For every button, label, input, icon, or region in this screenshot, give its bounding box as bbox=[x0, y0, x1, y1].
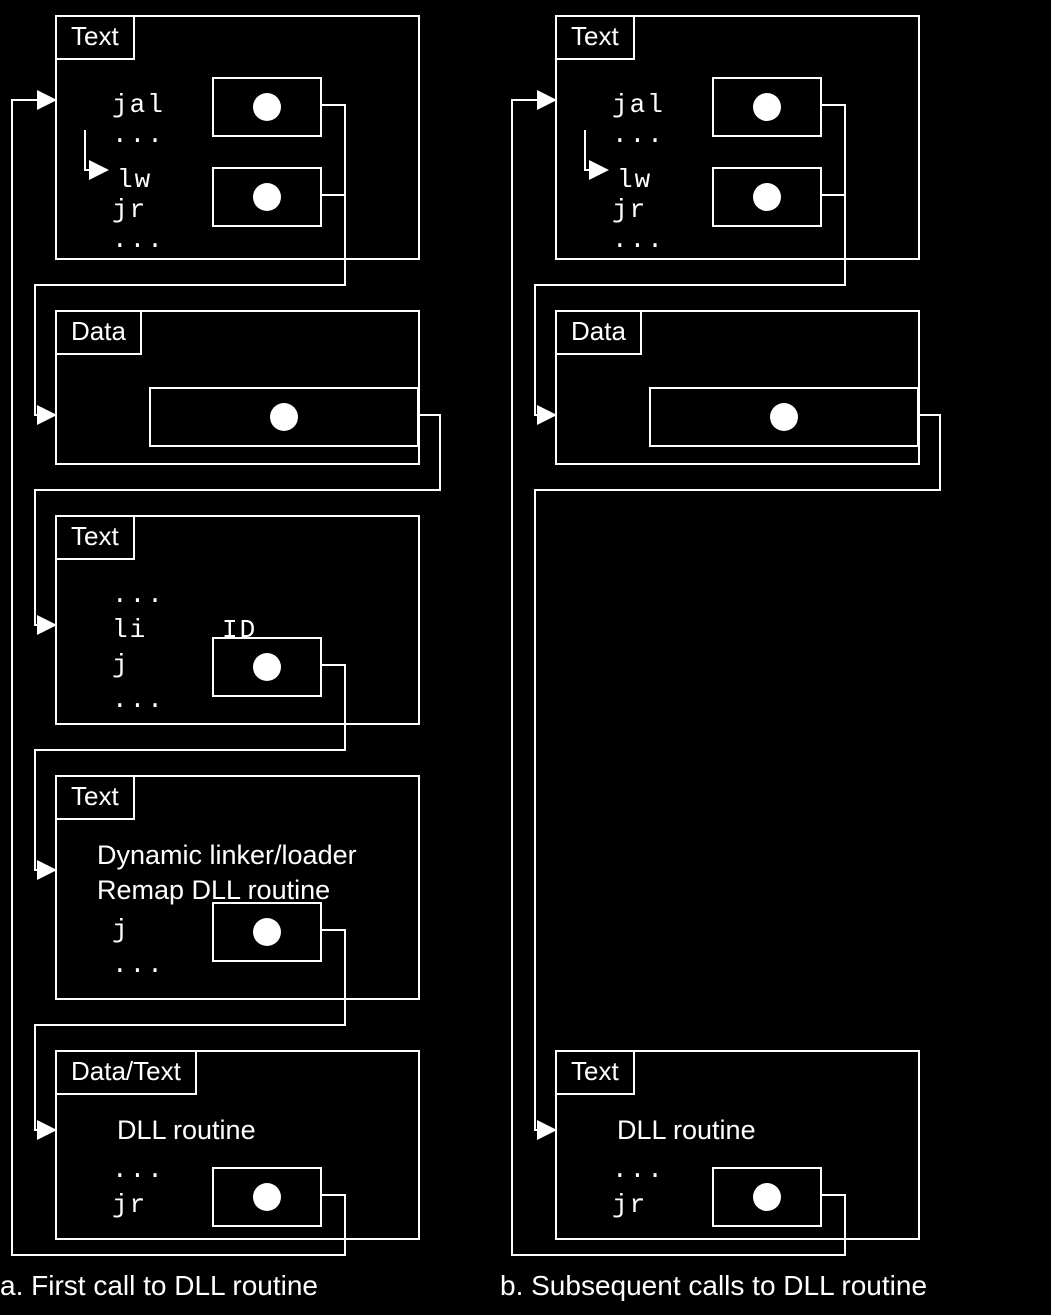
right-caption: b. Subsequent calls to DLL routine bbox=[500, 1270, 927, 1302]
ptr-box-2 bbox=[149, 387, 419, 447]
linker-line-1: Dynamic linker/loader bbox=[97, 837, 357, 875]
ptr-box-4 bbox=[212, 902, 322, 962]
right-box-2: Data bbox=[555, 310, 920, 465]
ptr-box-3 bbox=[212, 637, 322, 697]
instr-dots-5: ... bbox=[112, 947, 165, 983]
r-ptr-box-2 bbox=[649, 387, 919, 447]
left-box-5-tab: Data/Text bbox=[55, 1050, 197, 1095]
right-box-1: Text jal ... lw jr ... bbox=[555, 15, 920, 260]
left-box-3: Text ... li ID j ... bbox=[55, 515, 420, 725]
instr-li: li bbox=[112, 612, 147, 648]
ptr-box-1a bbox=[212, 77, 322, 137]
r-instr-dots-1: ... bbox=[612, 117, 665, 153]
r-ptr-box-1b bbox=[712, 167, 822, 227]
instr-dots-2: ... bbox=[112, 222, 165, 258]
left-box-3-tab: Text bbox=[55, 515, 135, 560]
r-ptr-box-3 bbox=[712, 1167, 822, 1227]
instr-dots-3: ... bbox=[112, 577, 165, 613]
instr-j: j bbox=[112, 647, 130, 683]
instr-dots-6: ... bbox=[112, 1152, 165, 1188]
instr-j2: j bbox=[112, 912, 130, 948]
left-box-4-tab: Text bbox=[55, 775, 135, 820]
instr-dots-1: ... bbox=[112, 117, 165, 153]
dll-routine-label: DLL routine bbox=[117, 1112, 256, 1150]
r-dll-routine-label: DLL routine bbox=[617, 1112, 756, 1150]
left-box-1-tab: Text bbox=[55, 15, 135, 60]
instr-dots-4: ... bbox=[112, 682, 165, 718]
r-instr-jr2: jr bbox=[612, 1187, 647, 1223]
left-caption: a. First call to DLL routine bbox=[0, 1270, 318, 1302]
right-box-1-tab: Text bbox=[555, 15, 635, 60]
left-box-2: Data bbox=[55, 310, 420, 465]
left-box-4: Text Dynamic linker/loader Remap DLL rou… bbox=[55, 775, 420, 1000]
ptr-box-1b bbox=[212, 167, 322, 227]
r-instr-dots-2: ... bbox=[612, 222, 665, 258]
left-box-1: Text jal ... lw jr ... bbox=[55, 15, 420, 260]
right-box-3-tab: Text bbox=[555, 1050, 635, 1095]
instr-jr2: jr bbox=[112, 1187, 147, 1223]
ptr-box-5 bbox=[212, 1167, 322, 1227]
r-instr-dots-3: ... bbox=[612, 1152, 665, 1188]
right-box-3: Text DLL routine ... jr bbox=[555, 1050, 920, 1240]
right-box-2-tab: Data bbox=[555, 310, 642, 355]
left-box-2-tab: Data bbox=[55, 310, 142, 355]
left-box-5: Data/Text DLL routine ... jr bbox=[55, 1050, 420, 1240]
r-ptr-box-1a bbox=[712, 77, 822, 137]
